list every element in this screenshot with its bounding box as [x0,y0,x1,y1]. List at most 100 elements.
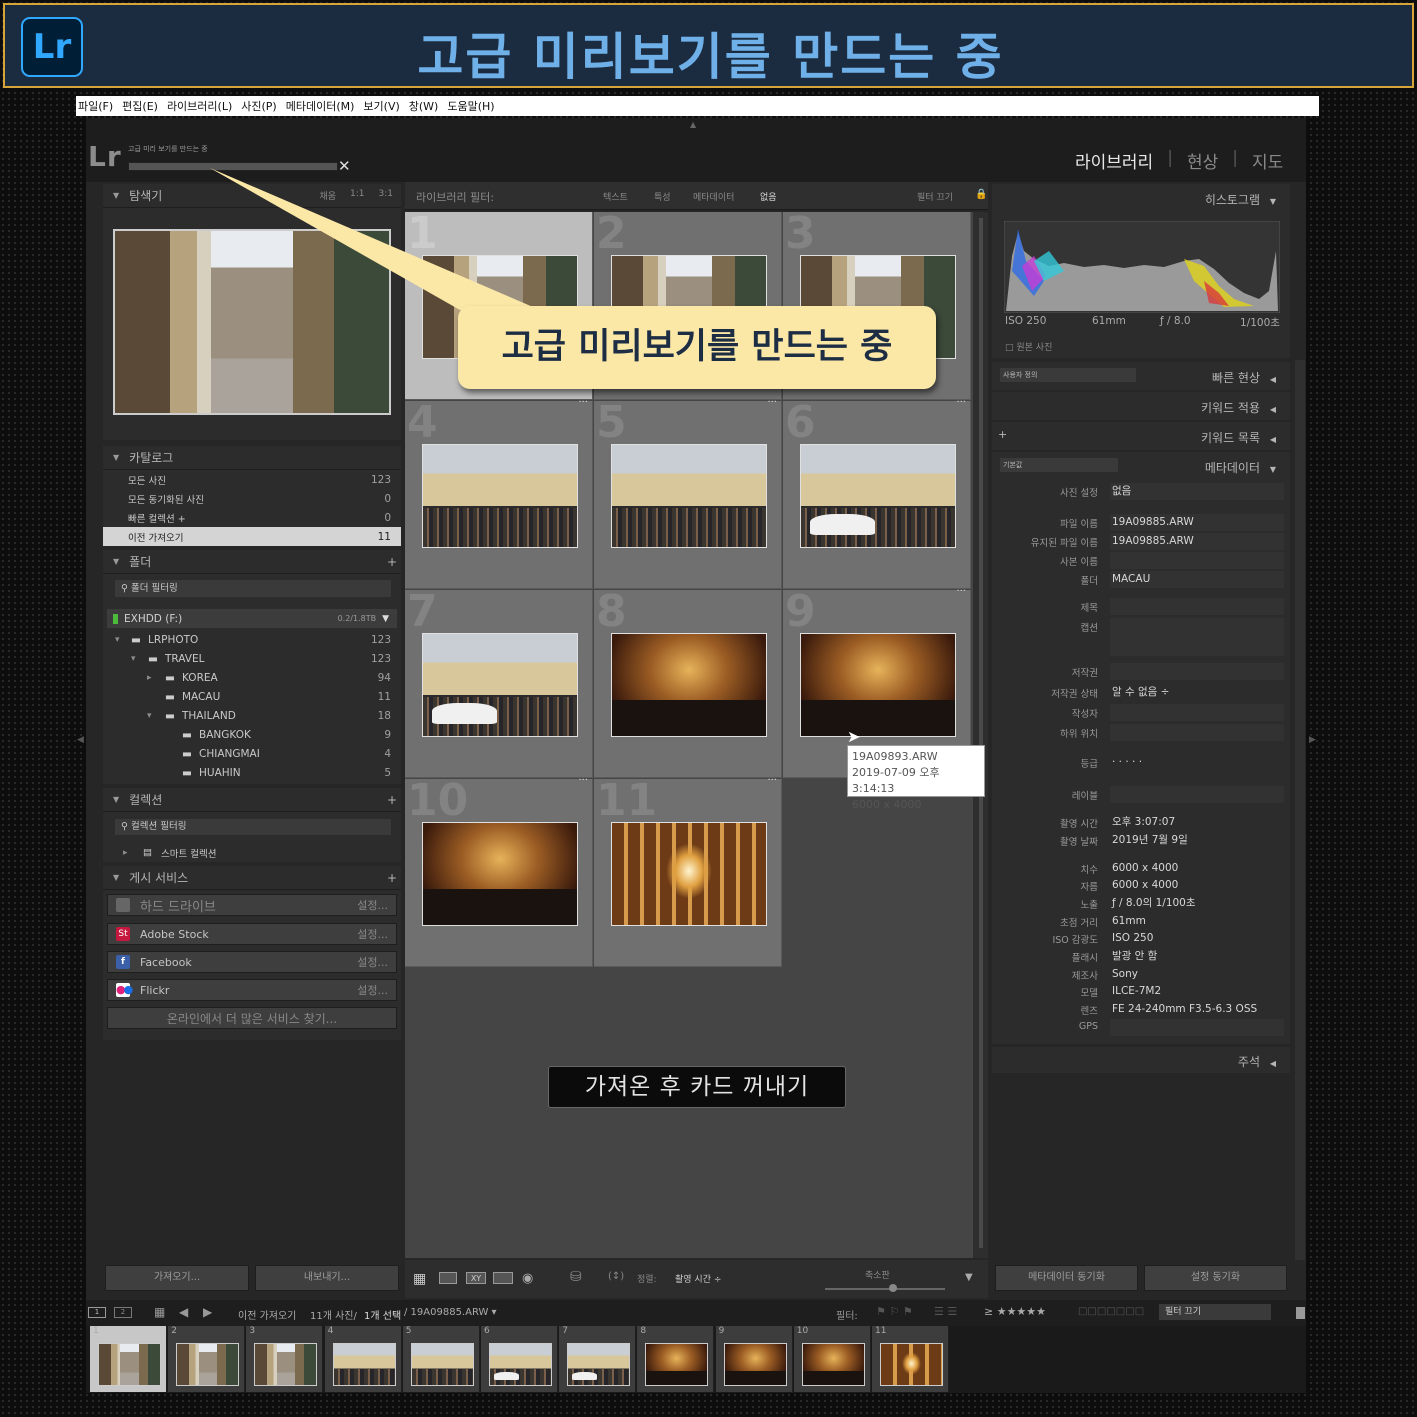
original-photo-toggle[interactable]: □ 원본 사진 [1005,340,1052,353]
filmstrip-cell[interactable]: 9 [715,1326,793,1392]
catalog-header[interactable]: ▼ 카탈로그 [103,446,401,470]
filmstrip-thumbnail[interactable] [801,1343,865,1386]
thumbnail[interactable] [800,444,956,548]
right-panel-toggle-icon[interactable]: ▶ [1309,735,1316,745]
grid-cell[interactable]: 8 [594,586,782,778]
module-develop[interactable]: 현상 [1187,148,1218,173]
secondary-window-icon[interactable]: 2 [114,1307,132,1318]
filmstrip-cell[interactable]: 10 [793,1326,871,1392]
menu-edit[interactable]: 편집(E) [122,98,158,114]
grid-cell[interactable]: 6 ··· [783,397,971,589]
filmstrip-cell-selected[interactable]: 1 [90,1326,167,1392]
filmstrip-thumbnail[interactable] [98,1343,161,1386]
catalog-item-selected[interactable]: 이전 가져오기 11 [103,527,401,546]
folder-item[interactable]: ▾ ▬ LRPHOTO 123 [103,630,401,649]
grid-icon[interactable]: ▦ [154,1305,165,1319]
metadata-value[interactable]: 6000 x 4000 [1110,860,1284,877]
filter-tab-none[interactable]: 없음 [760,190,777,203]
service-settings[interactable]: 설정... [357,926,388,942]
filmstrip-cell[interactable]: 7 [559,1326,637,1392]
collection-filter-input[interactable]: ⚲ 컬렉션 필터링 [115,819,391,835]
edit-filter-icon[interactable]: ☰ ☰ [934,1305,957,1318]
menu-metadata[interactable]: 메타데이터(M) [286,98,355,114]
catalog-item[interactable]: 모든 동기화된 사진 0 [103,489,401,508]
filmstrip-cell[interactable]: 8 [637,1326,715,1392]
service-adobe-stock[interactable]: St Adobe Stock 설정... [107,923,397,945]
metadata-value[interactable]: 발광 안 함 [1110,948,1284,965]
more-icon[interactable]: ··· [578,397,588,408]
forward-arrow-icon[interactable]: ▶ [203,1305,212,1319]
metadata-value[interactable]: 오후 3:07:07 [1110,814,1284,831]
disclosure-icon[interactable]: ▸ [123,848,143,858]
grid-cell[interactable]: 4 ··· [405,397,593,589]
collections-header[interactable]: ▼ 컬렉션 + [103,788,401,812]
metadata-preset-select[interactable]: 기본값 [1000,458,1118,472]
metadata-value[interactable]: ISO 250 [1110,930,1284,947]
metadata-value[interactable]: ƒ / 8.0의 1/100초 [1110,895,1284,912]
export-button[interactable]: 내보내기... [255,1265,399,1291]
folder-item[interactable]: ▾ ▬ TRAVEL 123 [103,649,401,668]
thumbnail-size-slider[interactable] [825,1288,945,1290]
metadata-value[interactable] [1110,552,1284,569]
folder-filter-input[interactable]: ⚲ 폴더 필터링 [115,580,391,597]
metadata-value[interactable] [1110,598,1284,615]
metadata-value[interactable]: 19A09885.ARW [1110,533,1284,550]
sort-direction-icon[interactable]: (↕) [608,1271,624,1282]
metadata-value[interactable]: ILCE-7M2 [1110,983,1284,1000]
add-folder-icon[interactable]: + [387,555,397,569]
catalog-item[interactable]: 모든 사진 123 [103,470,401,489]
metadata-value[interactable]: MACAU [1110,571,1284,588]
filmstrip-thumbnail[interactable] [410,1343,474,1386]
selected-filename[interactable]: / 19A09885.ARW ▾ [404,1307,497,1318]
saved-preset-select[interactable]: 사용자 정의 [1000,368,1136,382]
catalog-item[interactable]: 빠른 컬렉션 + 0 [103,508,401,527]
add-service-icon[interactable]: + [387,871,397,885]
sort-select[interactable]: 촬영 시간 ÷ [675,1272,721,1285]
folder-item[interactable]: ▬ CHIANGMAI 4 [103,744,401,763]
menu-help[interactable]: 도움말(H) [447,98,494,114]
menu-file[interactable]: 파일(F) [78,98,113,114]
add-keyword-icon[interactable]: + [998,428,1007,441]
metadata-value[interactable] [1110,1019,1284,1036]
histogram-header[interactable]: 히스토그램 ▼ [1205,191,1276,208]
slider-handle[interactable] [889,1284,897,1292]
rating-filter-icon[interactable]: ≥ ★★★★★ [984,1305,1046,1318]
toolbar-menu-icon[interactable]: ▼ [965,1272,973,1283]
filmstrip-cell[interactable]: 11 [872,1326,949,1392]
filmstrip-thumbnail[interactable] [254,1343,318,1386]
thumbnail[interactable] [422,822,578,926]
smart-collection-item[interactable]: ▸ ▤ 스마트 컬렉션 [123,843,216,862]
thumbnail[interactable] [422,444,578,548]
folders-header[interactable]: ▼ 폴더 + [103,550,401,574]
source-label[interactable]: 이전 가져오기 [238,1307,296,1322]
disclosure-icon[interactable]: ▾ [115,635,131,645]
disclosure-icon[interactable]: ▾ [147,711,165,721]
service-settings[interactable]: 설정... [357,982,388,998]
metadata-value[interactable]: 알 수 없음 ÷ [1110,684,1284,701]
filmstrip-thumbnail[interactable] [567,1343,631,1386]
grid-view-icon[interactable]: ▦ [413,1271,426,1287]
metadata-value[interactable]: 61mm [1110,913,1284,930]
filmstrip-thumbnail[interactable] [489,1343,552,1386]
grid-cell[interactable]: 10 ··· [405,775,593,967]
metadata-value[interactable]: 2019년 7월 9일 [1110,832,1284,849]
service-settings[interactable]: 설정... [357,897,388,913]
metadata-value[interactable] [1110,704,1284,721]
left-panel-toggle-icon[interactable]: ◀ [77,735,84,745]
metadata-value[interactable]: · · · · · [1110,754,1284,771]
module-map[interactable]: 지도 [1252,148,1283,173]
sync-metadata-button[interactable]: 메타데이터 동기화 [995,1265,1138,1291]
volume-menu-icon[interactable]: ▼ [382,614,389,624]
keywording-header[interactable]: 키워드 적용 ◀ [1201,399,1276,416]
filmstrip-cell[interactable]: 3 [246,1326,324,1392]
more-icon[interactable]: ··· [578,775,588,786]
back-arrow-icon[interactable]: ◀ [179,1305,188,1319]
primary-window-icon[interactable]: 1 [88,1307,106,1318]
folder-item[interactable]: ▬ BANGKOK 9 [103,725,401,744]
service-settings[interactable]: 설정... [357,954,388,970]
menu-library[interactable]: 라이브러리(L) [167,98,232,114]
menu-window[interactable]: 창(W) [409,98,439,114]
compare-view-icon[interactable]: XY [466,1272,486,1284]
grid-cell[interactable]: 7 [405,586,593,778]
keyword-list-header[interactable]: 키워드 목록 ◀ [1201,429,1276,446]
